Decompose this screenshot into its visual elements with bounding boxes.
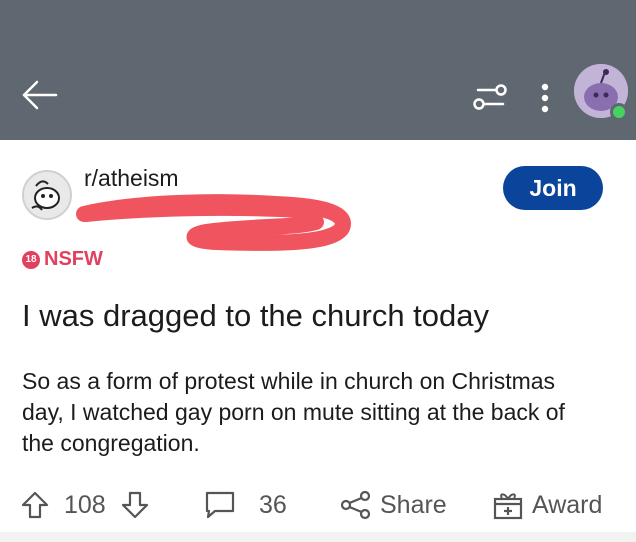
join-button[interactable]: Join bbox=[503, 166, 603, 210]
downvote-icon[interactable] bbox=[120, 490, 150, 520]
comments-button[interactable]: 36 bbox=[203, 490, 287, 520]
comment-icon bbox=[205, 491, 235, 519]
nsfw-tag: 18 NSFW bbox=[22, 248, 103, 271]
redaction-scribble bbox=[76, 194, 351, 251]
back-button[interactable] bbox=[20, 78, 60, 112]
share-label: Share bbox=[380, 490, 447, 519]
filter-button[interactable] bbox=[470, 80, 510, 114]
sliders-icon bbox=[473, 84, 507, 110]
award-label: Award bbox=[532, 490, 603, 519]
app-header bbox=[0, 0, 636, 140]
share-icon bbox=[340, 490, 371, 520]
upvote-count: 108 bbox=[64, 490, 106, 519]
divider bbox=[0, 532, 636, 542]
comment-count: 36 bbox=[259, 490, 287, 519]
award-button[interactable]: Award bbox=[492, 490, 602, 520]
nsfw-label: NSFW bbox=[44, 248, 103, 270]
gift-icon bbox=[493, 493, 523, 520]
subreddit-logo-icon bbox=[24, 172, 70, 218]
online-status-dot bbox=[610, 103, 628, 121]
more-vertical-icon bbox=[541, 83, 549, 113]
arrow-left-icon bbox=[22, 80, 58, 110]
nsfw-18-badge: 18 bbox=[22, 250, 40, 269]
subreddit-name[interactable]: r/atheism bbox=[84, 165, 179, 192]
post-actions-bar: 108 36 Share Award bbox=[0, 480, 636, 530]
upvote-icon[interactable] bbox=[20, 490, 50, 520]
vote-group: 108 bbox=[20, 490, 150, 520]
more-options-button[interactable] bbox=[532, 78, 558, 118]
post-title: I was dragged to the church today bbox=[22, 298, 490, 333]
post-body: So as a form of protest while in church … bbox=[22, 368, 565, 456]
share-button[interactable]: Share bbox=[340, 490, 447, 520]
subreddit-avatar[interactable] bbox=[22, 170, 72, 220]
